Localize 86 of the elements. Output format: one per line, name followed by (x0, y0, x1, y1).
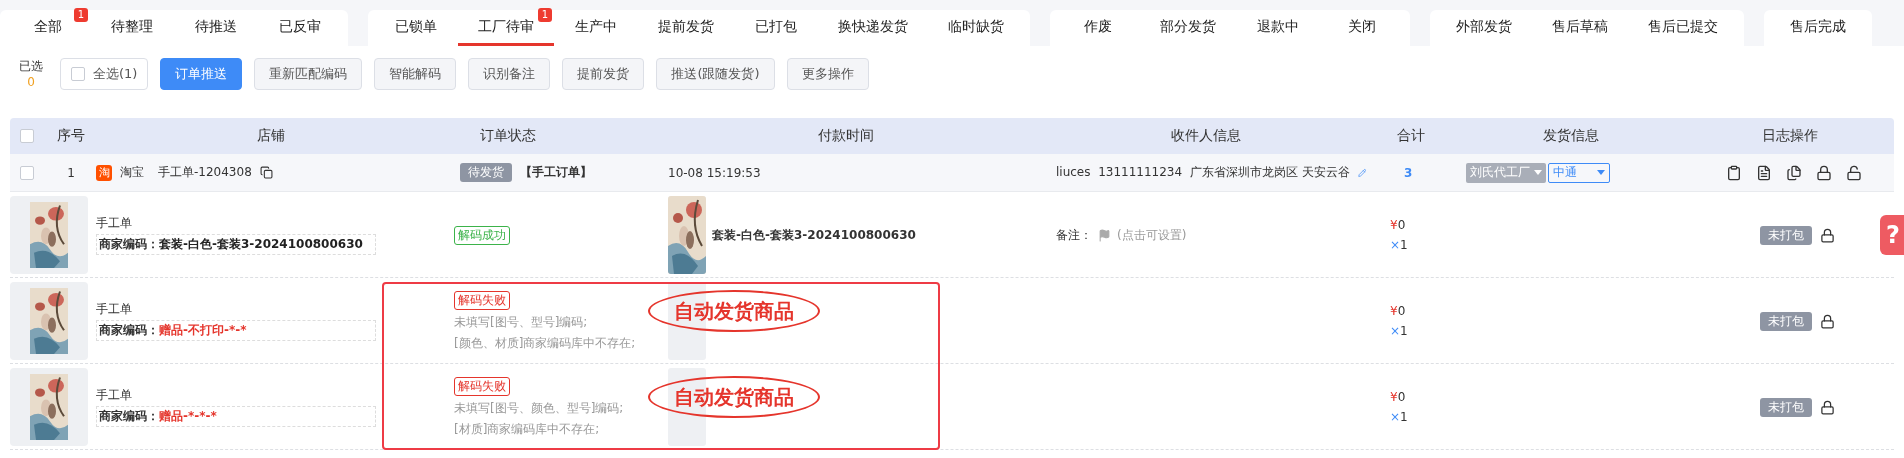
merchant-code: 商家编码：套装-白色-套装3-2024100800630 (96, 234, 376, 255)
platform-name: 淘宝 (120, 164, 144, 181)
item-price: ¥0 (1390, 304, 1407, 318)
pack-status-tag: 未打包 (1760, 311, 1812, 331)
lock-icon[interactable] (1820, 227, 1835, 243)
column-header: 合计 (1397, 127, 1425, 145)
pay-time: 10-08 15:19:53 (668, 165, 761, 180)
row-index: 1 (67, 165, 75, 180)
tab[interactable]: 生产中 (554, 10, 638, 46)
decode-message: 未填写[图号、型号]编码; (454, 313, 588, 331)
tab[interactable]: 作废 (1056, 10, 1140, 46)
merchant-code: 商家编码：赠品-不打印-*-* (96, 320, 376, 341)
selected-count: 0 (27, 74, 35, 90)
annotation-ellipse: 自动发货商品 (648, 376, 820, 418)
checkbox[interactable] (20, 165, 34, 180)
tab[interactable]: 提前发货 (638, 10, 734, 46)
caret-icon[interactable] (1597, 170, 1605, 175)
checkbox[interactable] (71, 67, 85, 81)
tab[interactable]: 已打包 (734, 10, 818, 46)
tab[interactable]: 关闭 (1320, 10, 1404, 46)
column-header: 发货信息 (1543, 127, 1599, 145)
selected-label: 已选 (19, 58, 43, 74)
tab[interactable]: 已锁单 (374, 10, 458, 46)
shop-logo: 淘 (96, 164, 112, 181)
clipboard-icon[interactable] (1726, 164, 1742, 181)
count-badge: 1 (73, 8, 88, 22)
tab[interactable]: 临时缺货 (928, 10, 1024, 46)
item-title: 手工单 (96, 301, 133, 318)
order-number: 手工单-1204308 (158, 164, 252, 181)
status-tag: 待发货 (460, 163, 512, 182)
document-icon[interactable] (1756, 164, 1772, 181)
tab[interactable]: 已反审 (258, 10, 342, 46)
column-header: 收件人信息 (1171, 127, 1241, 145)
decode-tag: 解码失败 (454, 290, 510, 310)
annotation-ellipse: 自动发货商品 (648, 290, 820, 332)
toolbar-button[interactable]: 重新匹配编码 (254, 58, 363, 90)
decode-tag: 解码成功 (454, 225, 510, 245)
decode-tag: 解码失败 (454, 376, 510, 396)
lock-icon[interactable] (1820, 313, 1835, 329)
tab[interactable]: 工厂待审 1 (458, 10, 554, 46)
pack-status-tag: 未打包 (1760, 225, 1812, 245)
column-header: 付款时间 (818, 127, 874, 145)
item-price: ¥0 (1390, 390, 1407, 404)
toolbar-button[interactable]: 推送(跟随发货) (656, 58, 775, 90)
pack-status-tag: 未打包 (1760, 397, 1812, 417)
tab[interactable]: 部分发货 (1140, 10, 1236, 46)
tab[interactable]: 售后已提交 (1628, 10, 1738, 46)
item-title: 手工单 (96, 387, 133, 404)
tab[interactable]: 售后完成 (1770, 10, 1866, 46)
decode-message: [颜色、材质]商家编码库中不存在; (454, 334, 636, 352)
item-title: 手工单 (96, 215, 133, 232)
select-all-checkbox[interactable]: 全选(1) (60, 58, 149, 90)
tab[interactable]: 外部发货 (1436, 10, 1532, 46)
lock-icon[interactable] (1816, 164, 1832, 181)
merchant-code: 商家编码：赠品-*-*-* (96, 406, 376, 427)
decode-message: 未填写[图号、颜色、型号]编码; (454, 399, 624, 417)
remark-label: 备注： (1056, 226, 1092, 244)
tab[interactable]: 待推送 (174, 10, 258, 46)
item-quantity: ×1 (1390, 324, 1409, 338)
copy-icon[interactable] (1786, 164, 1802, 181)
tab[interactable]: 换快递发货 (818, 10, 928, 46)
decode-message: [材质]商家编码库中不存在; (454, 420, 600, 438)
tab[interactable]: 退款中 (1236, 10, 1320, 46)
column-header: 店铺 (257, 127, 285, 145)
lock-icon[interactable] (1820, 399, 1835, 415)
total-count: 3 (1404, 165, 1413, 180)
tab[interactable]: 全部 1 (6, 10, 90, 46)
toolbar-button[interactable]: 提前发货 (562, 58, 645, 90)
recipient-info: liuces 13111111234 广东省深圳市龙岗区 天安云谷 (1056, 164, 1350, 181)
column-header: 日志操作 (1762, 127, 1818, 145)
item-quantity: ×1 (1390, 238, 1409, 252)
column-header: 序号 (57, 127, 85, 145)
unlock-icon[interactable] (1846, 164, 1862, 181)
toolbar-button[interactable]: 识别备注 (468, 58, 551, 90)
column-header: 订单状态 (479, 127, 536, 145)
toolbar-button[interactable]: 智能解码 (374, 58, 457, 90)
product-name: 套装-白色-套装3-2024100800630 (712, 226, 916, 244)
tab[interactable]: 待整理 (90, 10, 174, 46)
tab[interactable]: 售后草稿 (1532, 10, 1628, 46)
toolbar-button[interactable]: 更多操作 (786, 58, 869, 90)
checkbox[interactable] (20, 129, 34, 143)
order-type: 【手工订单】 (520, 164, 592, 181)
copy-icon[interactable] (259, 166, 273, 179)
item-price: ¥0 (1390, 218, 1407, 232)
count-badge: 1 (537, 8, 552, 22)
item-quantity: ×1 (1390, 410, 1409, 424)
